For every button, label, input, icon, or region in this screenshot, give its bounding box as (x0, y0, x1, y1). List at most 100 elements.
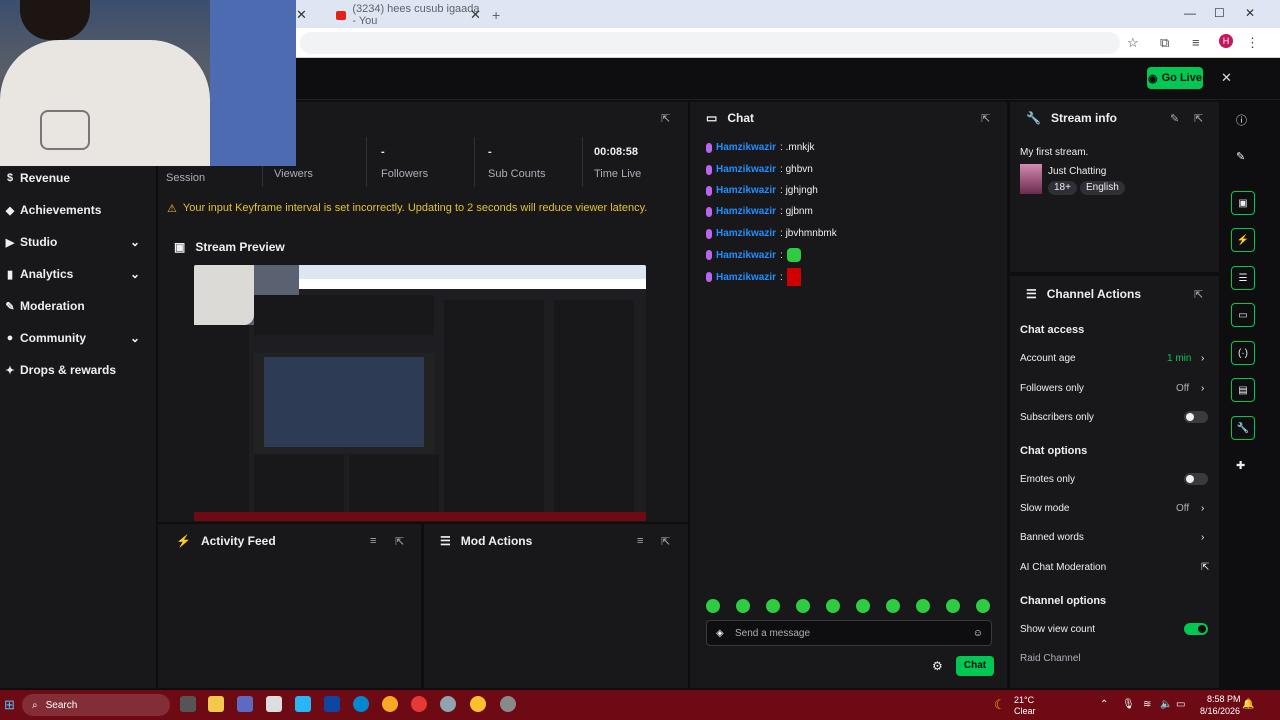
browser-menu-icon[interactable]: ⋮ (1246, 35, 1259, 51)
app-icon[interactable] (295, 696, 311, 712)
add-panel-icon[interactable]: ✚ (1236, 459, 1245, 472)
extensions-icon[interactable]: ⧉ (1160, 35, 1169, 51)
popout-icon[interactable]: ⇱ (661, 535, 670, 548)
emote-icon[interactable] (976, 599, 990, 613)
close-window-button[interactable]: ✕ (1245, 6, 1255, 20)
chevron-right-icon[interactable]: › (1201, 383, 1204, 394)
media-control-icon[interactable]: ≡ (1192, 35, 1200, 50)
info-icon[interactable]: ⓘ (1236, 112, 1247, 128)
browser-tab-close-prev[interactable]: ✕ (296, 4, 307, 26)
popout-icon[interactable]: ⇱ (1194, 112, 1203, 125)
microphone-icon[interactable]: 🎙 (1122, 699, 1135, 710)
popout-icon[interactable]: ⇱ (981, 112, 990, 125)
emote-icon[interactable] (946, 599, 960, 613)
rail-chat-icon[interactable]: ▭ (1231, 303, 1255, 327)
chat-username[interactable]: Hamzikwazir (716, 228, 776, 239)
emote-icon[interactable] (856, 599, 870, 613)
rail-broadcast-icon[interactable]: (·) (1231, 341, 1255, 365)
sidebar-item-revenue[interactable]: $ Revenue (0, 164, 156, 192)
tab-close-button[interactable]: ✕ (470, 4, 481, 26)
rail-actions-icon[interactable]: ▤ (1231, 378, 1255, 402)
followers-only-value[interactable]: Off (1176, 383, 1189, 394)
browser-tab-youtube[interactable]: (3234) hees cusub igaada - You (336, 3, 486, 27)
chrome-icon[interactable] (382, 696, 398, 712)
emotes-only-toggle[interactable] (1184, 473, 1208, 485)
rail-preview-icon[interactable]: ▣ (1231, 191, 1255, 215)
emote-icon[interactable] (796, 599, 810, 613)
chat-username[interactable]: Hamzikwazir (716, 272, 776, 283)
raid-channel-label[interactable]: Raid Channel (1020, 653, 1081, 664)
emote-icon[interactable] (706, 599, 720, 613)
sidebar-item-achievements[interactable]: ◆ Achievements (0, 196, 156, 224)
emote-icon[interactable] (826, 599, 840, 613)
edge-icon[interactable] (353, 696, 369, 712)
edit-icon[interactable]: ✎ (1170, 112, 1179, 125)
chat-input[interactable]: ◈ Send a message ☺ (706, 620, 992, 646)
subscribers-only-toggle[interactable] (1184, 411, 1208, 423)
notifications-icon[interactable]: 🔔 (1242, 699, 1254, 710)
emote-icon[interactable] (886, 599, 900, 613)
popout-icon[interactable]: ⇱ (395, 535, 404, 548)
copilot-icon[interactable] (237, 696, 253, 712)
chat-username[interactable]: Hamzikwazir (716, 164, 776, 175)
battery-icon[interactable]: ▭ (1176, 699, 1185, 710)
rail-wrench-icon[interactable]: 🔧 (1231, 416, 1255, 440)
account-age-value[interactable]: 1 min (1167, 353, 1191, 364)
stream-preview-video[interactable] (194, 265, 646, 521)
speaker-icon[interactable]: 🔈 (1160, 699, 1172, 710)
filter-icon[interactable]: ≡ (370, 535, 376, 547)
profile-avatar[interactable]: H (1219, 34, 1233, 48)
obs-icon[interactable] (500, 696, 516, 712)
file-explorer-icon[interactable] (208, 696, 224, 712)
photoshop-icon[interactable] (324, 696, 340, 712)
gear-icon[interactable]: ⚙ (932, 659, 943, 673)
close-icon[interactable]: ✕ (1221, 70, 1232, 86)
rail-list-icon[interactable]: ☰ (1231, 266, 1255, 290)
popout-icon[interactable]: ⇱ (661, 112, 670, 125)
sidebar-item-moderation[interactable]: ✎ Moderation (0, 292, 156, 320)
go-live-button[interactable]: ◉ Go Live (1147, 67, 1203, 89)
minimize-button[interactable]: — (1184, 6, 1196, 20)
popout-icon[interactable]: ⇱ (1194, 288, 1203, 301)
emoji-icon[interactable]: ☺ (973, 628, 983, 639)
emote-icon[interactable] (736, 599, 750, 613)
ai-moderation-label[interactable]: AI Chat Moderation (1020, 562, 1106, 573)
sidebar-item-studio[interactable]: ▶ Studio ⌄ (0, 228, 156, 256)
external-link-icon[interactable]: ⇱ (1201, 562, 1209, 573)
bookmark-star-icon[interactable]: ☆ (1127, 35, 1139, 51)
new-tab-button[interactable]: + (492, 4, 500, 26)
banned-words-label[interactable]: Banned words (1020, 532, 1084, 543)
slow-mode-value[interactable]: Off (1176, 503, 1189, 514)
filter-icon[interactable]: ≡ (637, 535, 643, 547)
sidebar-item-community[interactable]: ● Community ⌄ (0, 324, 156, 352)
windows-start-icon[interactable]: ⊞ (4, 697, 15, 713)
chat-send-button[interactable]: Chat (956, 656, 994, 676)
address-bar[interactable] (300, 32, 1120, 54)
rail-activity-icon[interactable]: ⚡ (1231, 228, 1255, 252)
emote-icon[interactable] (766, 599, 780, 613)
chat-username[interactable]: Hamzikwazir (716, 250, 776, 261)
shield-icon[interactable]: ◈ (716, 628, 724, 639)
sidebar-item-drops[interactable]: ✦ Drops & rewards (0, 356, 156, 384)
task-view-icon[interactable] (180, 696, 196, 712)
tray-chevron-icon[interactable]: ⌃ (1100, 699, 1108, 710)
taskbar-search[interactable]: ⌕ Search (22, 694, 170, 716)
chevron-right-icon[interactable]: › (1201, 353, 1204, 364)
sidebar-item-analytics[interactable]: ▮ Analytics ⌄ (0, 260, 156, 288)
edit-icon[interactable]: ✎ (1236, 150, 1245, 163)
chevron-right-icon[interactable]: › (1201, 503, 1204, 514)
clock-date[interactable]: 8/16/2026 (1200, 706, 1240, 716)
chevron-right-icon[interactable]: › (1201, 532, 1204, 543)
chat-username[interactable]: Hamzikwazir (716, 206, 776, 217)
settings-icon[interactable] (440, 696, 456, 712)
store-icon[interactable] (266, 696, 282, 712)
chat-username[interactable]: Hamzikwazir (716, 185, 776, 196)
chat-username[interactable]: Hamzikwazir (716, 142, 776, 153)
maximize-button[interactable]: ☐ (1214, 6, 1225, 20)
chrome-active-icon[interactable] (470, 696, 486, 712)
clock-time[interactable]: 8:58 PM (1207, 694, 1241, 704)
opera-icon[interactable] (411, 696, 427, 712)
wifi-icon[interactable]: ≋ (1143, 699, 1151, 710)
show-view-count-toggle[interactable] (1184, 623, 1208, 635)
emote-icon[interactable] (916, 599, 930, 613)
